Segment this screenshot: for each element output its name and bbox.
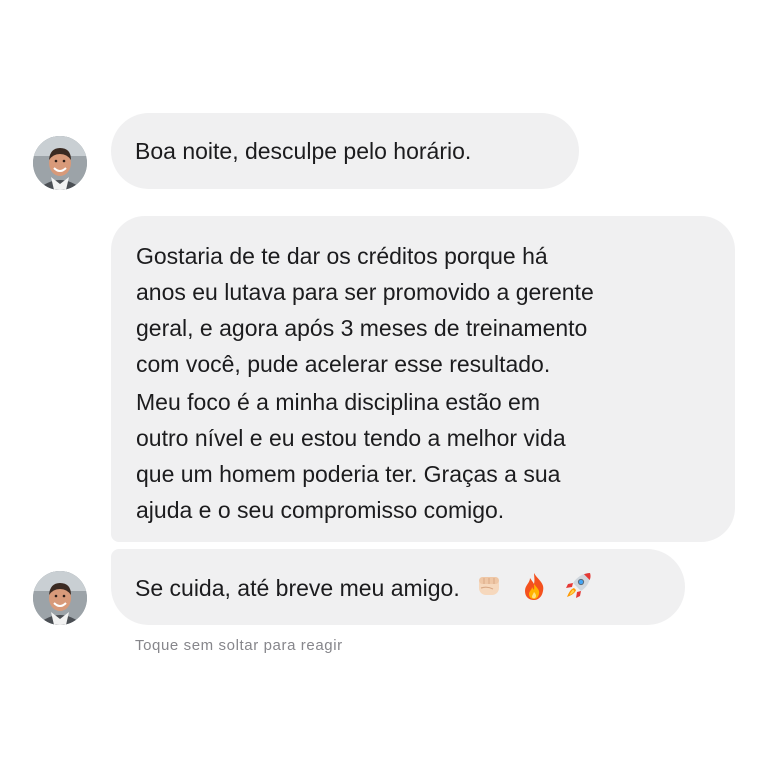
fist-emoji-icon bbox=[474, 571, 504, 611]
message-bubble[interactable]: Se cuida, até breve meu amigo. bbox=[111, 549, 685, 625]
message-text: Boa noite, desculpe pelo horário. bbox=[135, 138, 472, 164]
message-paragraph: Meu foco é a minha disciplina estão em o… bbox=[136, 389, 566, 523]
fire-emoji-icon bbox=[519, 571, 549, 611]
message-bubble[interactable]: Gostaria de te dar os créditos porque há… bbox=[111, 216, 735, 542]
reaction-hint: Toque sem soltar para reagir bbox=[135, 637, 343, 654]
message-paragraph: Gostaria de te dar os créditos porque há… bbox=[136, 243, 594, 377]
sender-avatar[interactable] bbox=[33, 571, 87, 625]
message-text: Se cuida, até breve meu amigo. bbox=[135, 575, 460, 601]
sender-avatar[interactable] bbox=[33, 136, 87, 190]
avatar-photo bbox=[33, 136, 87, 190]
avatar-photo bbox=[33, 571, 87, 625]
rocket-emoji-icon bbox=[563, 569, 595, 611]
message-bubble[interactable]: Boa noite, desculpe pelo horário. bbox=[111, 113, 579, 189]
